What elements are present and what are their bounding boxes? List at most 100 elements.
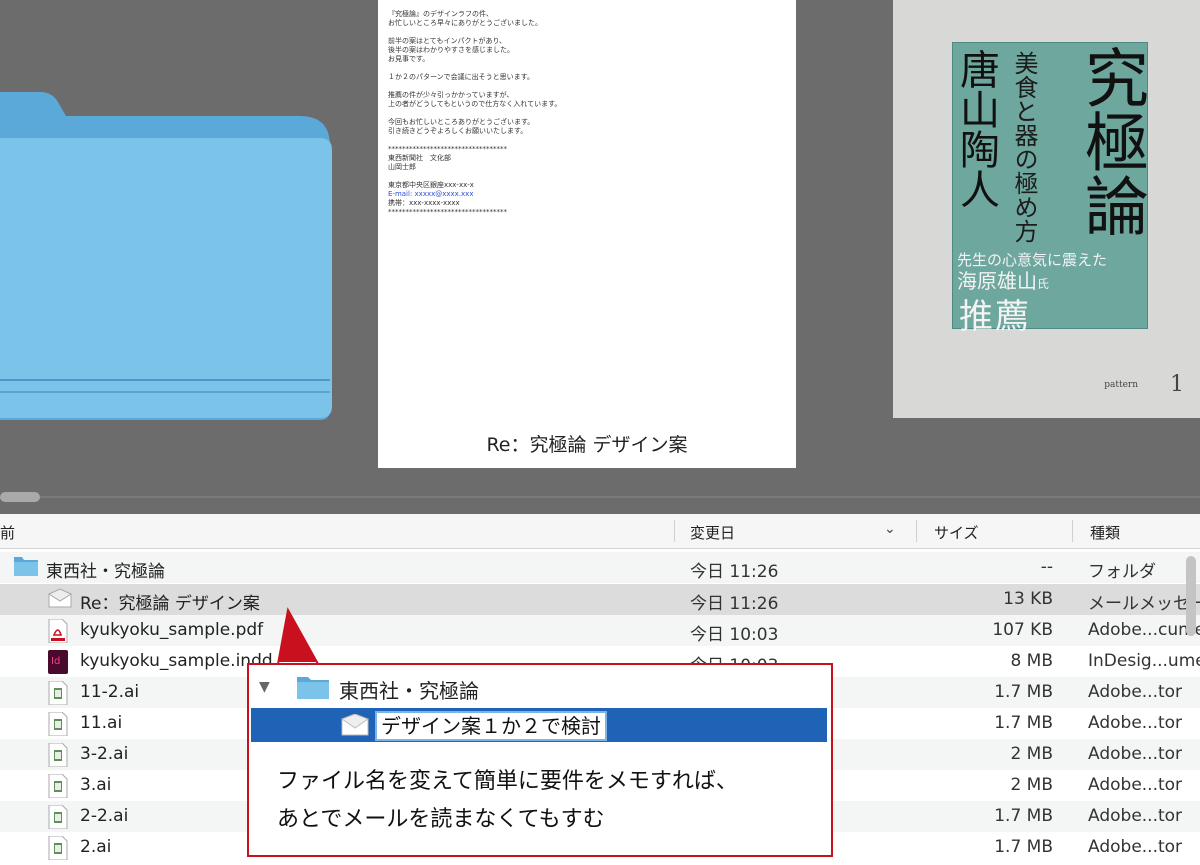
scrollbar-thumb[interactable] (0, 492, 40, 502)
book-subtitle: 美食と器の極め方 (1010, 51, 1038, 243)
file-kind: Adobe...tor (1088, 806, 1183, 826)
mail-icon (47, 588, 73, 610)
file-size: 1.7 MB (994, 713, 1053, 733)
annotation-callout: ▼ 東西社・究極論 デザイン案１か２で検討 ファイル名を変えて簡単に要件をメモす… (247, 663, 833, 857)
ai-icon (48, 804, 70, 830)
file-name: 3-2.ai (80, 744, 129, 764)
file-size: 107 KB (992, 620, 1053, 640)
email-preview-page[interactable]: 『究極論』のデザインラフの件、 お忙しいところ早々にありがとうございました。 前半… (378, 0, 796, 468)
file-kind: フォルダ (1088, 562, 1156, 582)
callout-note: ファイル名を変えて簡単に要件をメモすれば、 あとでメールを読まなくてもすむ (277, 763, 738, 839)
file-size: 13 KB (1003, 589, 1053, 609)
folder-icon (14, 556, 38, 578)
email-body-line: 携帯：xxx-xxxx-xxxx (388, 199, 460, 207)
file-kind: Adobe...tor (1088, 682, 1183, 702)
email-body-line (388, 64, 788, 73)
file-kind: Adobe...tor (1088, 837, 1183, 857)
book-preview-page[interactable]: 究極論 美食と器の極め方 唐山陶人 先生の心意気に震えた 海原雄山氏 推薦 pa… (893, 0, 1200, 418)
file-size: 2 MB (1010, 744, 1053, 764)
chevron-down-icon[interactable]: ⌄ (884, 521, 896, 537)
svg-text:Id: Id (51, 656, 60, 667)
email-body-line: ********************************** (388, 208, 507, 216)
pdf-icon (48, 618, 70, 644)
book-page-number: 1 (1170, 372, 1184, 397)
book-recommend-label: 推薦 (959, 297, 1031, 337)
file-name: Re：究極論 デザイン案 (80, 594, 260, 614)
email-body-line: 東京都中央区銀座xxx-xx-x (388, 181, 474, 189)
email-body-line: 引き続きどうぞよろしくお願いいたします。 (388, 127, 528, 135)
email-body-line: 前半の案はとてもインパクトがあり、 (388, 37, 507, 45)
email-body-line: お忙しいところ早々にありがとうございました。 (388, 19, 542, 27)
file-name: kyukyoku_sample.pdf (80, 620, 264, 640)
email-body-line: 今回もお忙しいところありがとうございます。 (388, 118, 535, 126)
email-preview-body: 『究極論』のデザインラフの件、 お忙しいところ早々にありがとうございました。 前半… (388, 10, 788, 217)
email-body-line: E-mail: xxxxx@xxxx.xxx (388, 190, 474, 198)
book-pattern-label: pattern (1104, 379, 1138, 390)
file-kind: Adobe...tor (1088, 775, 1183, 795)
file-date: 今日 10:03 (690, 625, 779, 645)
email-body-line: 後半の案はわかりやすさを感じました。 (388, 46, 514, 54)
email-body-line (388, 28, 788, 37)
file-kind: Adobe...tor (1088, 744, 1183, 764)
file-size: 1.7 MB (994, 806, 1053, 826)
column-date-header[interactable]: 変更日 (690, 522, 735, 543)
email-body-line (388, 136, 788, 145)
table-row[interactable]: kyukyoku_sample.pdf 今日 10:03 107 KB Adobe..… (0, 615, 1200, 646)
file-size: -- (1040, 557, 1053, 577)
column-divider (674, 520, 675, 542)
file-name: 東西社・究極論 (46, 562, 165, 582)
file-name: kyukyoku_sample.indd (80, 651, 273, 671)
email-body-line: お見事です。 (388, 55, 430, 63)
file-name: 2.ai (80, 837, 112, 857)
file-kind: メールメッセージ (1088, 594, 1200, 614)
file-name: 11-2.ai (80, 682, 140, 702)
file-kind: Adobe...cument (1088, 620, 1200, 640)
email-body-line: 推薦の件が少々引っかかっていますが、 (388, 91, 514, 99)
email-body-line: 東西新聞社 文化部 (388, 154, 451, 162)
file-name: 3.ai (80, 775, 112, 795)
folder-icon (297, 677, 329, 699)
scrollbar-track (40, 496, 1200, 498)
email-body-line: １か２のパターンで会議に出そうと思います。 (388, 73, 534, 81)
file-size: 8 MB (1010, 651, 1053, 671)
book-author: 唐山陶人 (953, 49, 999, 209)
folder-preview-icon[interactable] (0, 80, 332, 420)
callout-folder-name: 東西社・究極論 (339, 679, 479, 703)
rename-field[interactable]: デザイン案１か２で検討 (375, 711, 607, 741)
email-body-line (388, 109, 788, 118)
callout-note-line: あとでメールを読まなくてもすむ (277, 807, 605, 832)
email-body-line (388, 82, 788, 91)
email-body-line: ********************************** (388, 145, 507, 153)
file-kind: Adobe...tor (1088, 713, 1183, 733)
book-title: 究極論 (1074, 45, 1148, 237)
column-name-header[interactable]: 前 (0, 522, 15, 543)
coverflow-gallery: 『究極論』のデザインラフの件、 お忙しいところ早々にありがとうございました。 前半… (0, 0, 1200, 514)
ai-icon (48, 835, 70, 861)
gallery-scrollbar[interactable] (0, 489, 1200, 505)
callout-note-line: ファイル名を変えて簡単に要件をメモすれば、 (277, 769, 738, 794)
mail-icon (341, 714, 369, 736)
file-size: 1.7 MB (994, 837, 1053, 857)
column-kind-header[interactable]: 種類 (1090, 522, 1120, 543)
list-scrollbar-thumb[interactable] (1186, 556, 1196, 636)
email-body-line: 『究極論』のデザインラフの件、 (388, 10, 493, 18)
file-name: 11.ai (80, 713, 123, 733)
file-kind: InDesig...ument (1088, 651, 1200, 671)
indd-icon: Id (48, 650, 70, 674)
column-divider (1072, 520, 1073, 542)
ai-icon (48, 773, 70, 799)
column-size-header[interactable]: サイズ (934, 522, 979, 543)
table-row[interactable]: 東西社・究極論 今日 11:26 -- フォルダ (0, 552, 1200, 583)
file-name: 2-2.ai (80, 806, 129, 826)
email-preview-caption: Re：究極論 デザイン案 (486, 434, 688, 456)
ai-icon (48, 742, 70, 768)
email-body-line: 上の者がどうしてもというので仕方なく入れています。 (388, 100, 562, 108)
book-cover: 究極論 美食と器の極め方 唐山陶人 先生の心意気に震えた 海原雄山氏 推薦 (952, 42, 1148, 337)
file-date: 今日 11:26 (690, 594, 779, 614)
ai-icon (48, 711, 70, 737)
disclosure-triangle-icon[interactable]: ▼ (259, 679, 270, 695)
table-row[interactable]: Re：究極論 デザイン案 今日 11:26 13 KB メールメッセージ (0, 584, 1200, 615)
file-size: 1.7 MB (994, 682, 1053, 702)
email-body-line: 山岡士郎 (388, 163, 416, 171)
file-size: 2 MB (1010, 775, 1053, 795)
